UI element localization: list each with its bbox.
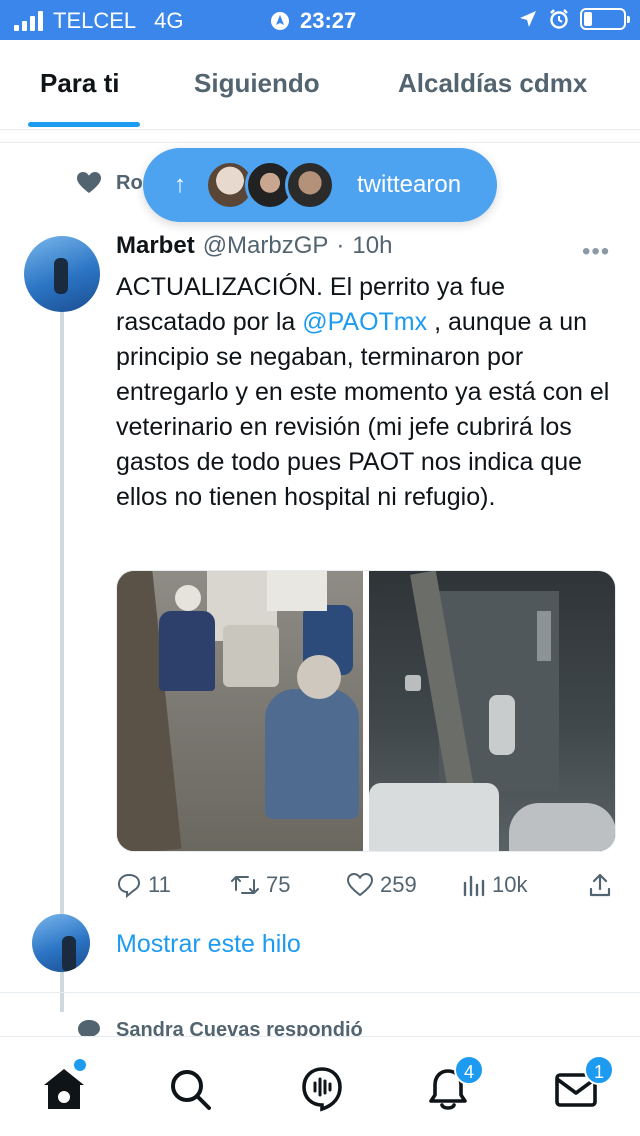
notifications-badge: 4 bbox=[454, 1055, 484, 1085]
carrier-label: TELCEL bbox=[53, 8, 137, 33]
retweet-icon bbox=[231, 876, 259, 894]
reply-icon bbox=[117, 873, 141, 898]
bottom-navigation: 4 1 bbox=[0, 1036, 640, 1136]
alarm-icon bbox=[550, 9, 568, 29]
active-tab-indicator bbox=[28, 122, 140, 127]
separator-dot: · bbox=[336, 232, 345, 259]
heart-icon bbox=[346, 872, 374, 897]
reply-count: 11 bbox=[148, 872, 171, 897]
divider bbox=[0, 142, 640, 143]
tweet-media[interactable] bbox=[116, 570, 616, 852]
reply-bubble-icon bbox=[78, 1020, 100, 1036]
tweet-actions: 11 75 259 10k bbox=[116, 872, 616, 902]
network-label: 4G bbox=[154, 8, 184, 33]
timeline-feed[interactable]: Ro inez ind ↑ twittearon Marbet @MarbzGP bbox=[0, 130, 640, 1036]
tweet-time[interactable]: 10h bbox=[352, 232, 392, 260]
show-thread-link[interactable]: Mostrar este hilo bbox=[116, 930, 301, 959]
views-button[interactable]: 10k bbox=[462, 872, 527, 898]
clock: 23:27 bbox=[300, 8, 357, 33]
home-icon bbox=[44, 1069, 84, 1109]
new-tweets-pill[interactable]: ↑ twittearon bbox=[143, 148, 497, 222]
share-icon bbox=[589, 873, 611, 897]
nav-spaces[interactable] bbox=[298, 1065, 346, 1113]
search-icon bbox=[171, 1070, 211, 1110]
messages-badge: 1 bbox=[584, 1055, 614, 1085]
status-bar: TELCEL 4G 23:27 bbox=[0, 0, 640, 40]
signal-icon bbox=[14, 11, 43, 31]
views-count: 10k bbox=[492, 872, 528, 897]
new-tweets-label: twittearon bbox=[357, 171, 462, 198]
thread-line bbox=[60, 312, 64, 1012]
nav-explore[interactable] bbox=[166, 1065, 214, 1113]
timeline-tabs: Para ti Siguiendo Alcaldías cdmx bbox=[0, 40, 640, 130]
tweet-text: ACTUALIZACIÓN. El perrito ya fue rascata… bbox=[116, 270, 616, 515]
nav-messages[interactable]: 1 bbox=[552, 1055, 614, 1113]
like-count: 259 bbox=[380, 872, 417, 897]
retweet-count: 75 bbox=[266, 872, 291, 897]
spaces-icon bbox=[302, 1067, 342, 1112]
author-handle[interactable]: @MarbzGP bbox=[203, 232, 329, 260]
retweet-button[interactable]: 75 bbox=[230, 872, 290, 898]
nav-home[interactable] bbox=[40, 1059, 88, 1113]
home-unread-dot bbox=[74, 1059, 86, 1071]
battery-icon bbox=[580, 8, 630, 30]
tweet-photo[interactable] bbox=[117, 571, 363, 851]
tab-alcaldias-cdmx[interactable]: Alcaldías cdmx bbox=[398, 68, 587, 99]
arrow-up-icon: ↑ bbox=[174, 171, 186, 198]
heart-filled-icon bbox=[77, 172, 101, 193]
pill-avatars bbox=[205, 160, 335, 210]
mention-link[interactable]: @PAOTmx bbox=[302, 308, 427, 336]
next-social-context-row: Sandra Cuevas respondió bbox=[76, 1018, 363, 1036]
reply-button[interactable]: 11 bbox=[116, 872, 171, 898]
nav-notifications[interactable]: 4 bbox=[424, 1055, 484, 1113]
next-social-context-text: Sandra Cuevas respondió bbox=[116, 1018, 363, 1037]
tweet-photo[interactable] bbox=[369, 571, 615, 851]
tab-para-ti[interactable]: Para ti bbox=[40, 68, 120, 99]
avatar bbox=[285, 160, 335, 210]
time-group: 23:27 bbox=[270, 8, 356, 34]
status-icons bbox=[518, 8, 630, 30]
views-chart-icon bbox=[463, 875, 485, 897]
share-button[interactable] bbox=[588, 872, 612, 898]
author-avatar[interactable] bbox=[24, 236, 100, 312]
tweet-text-part: , aunque a un principio se negaban, term… bbox=[116, 308, 610, 511]
carrier-group: TELCEL 4G bbox=[14, 8, 184, 34]
more-options-icon[interactable]: ••• bbox=[582, 238, 610, 266]
author-name[interactable]: Marbet bbox=[116, 232, 195, 260]
divider bbox=[0, 992, 640, 993]
tweet-header: Marbet @MarbzGP · 10h bbox=[116, 232, 392, 260]
thread-author-avatar[interactable] bbox=[32, 914, 90, 972]
navigation-circle-icon bbox=[271, 12, 289, 30]
like-button[interactable]: 259 bbox=[346, 872, 417, 898]
location-arrow-icon bbox=[520, 11, 536, 27]
tab-siguiendo[interactable]: Siguiendo bbox=[194, 68, 320, 99]
